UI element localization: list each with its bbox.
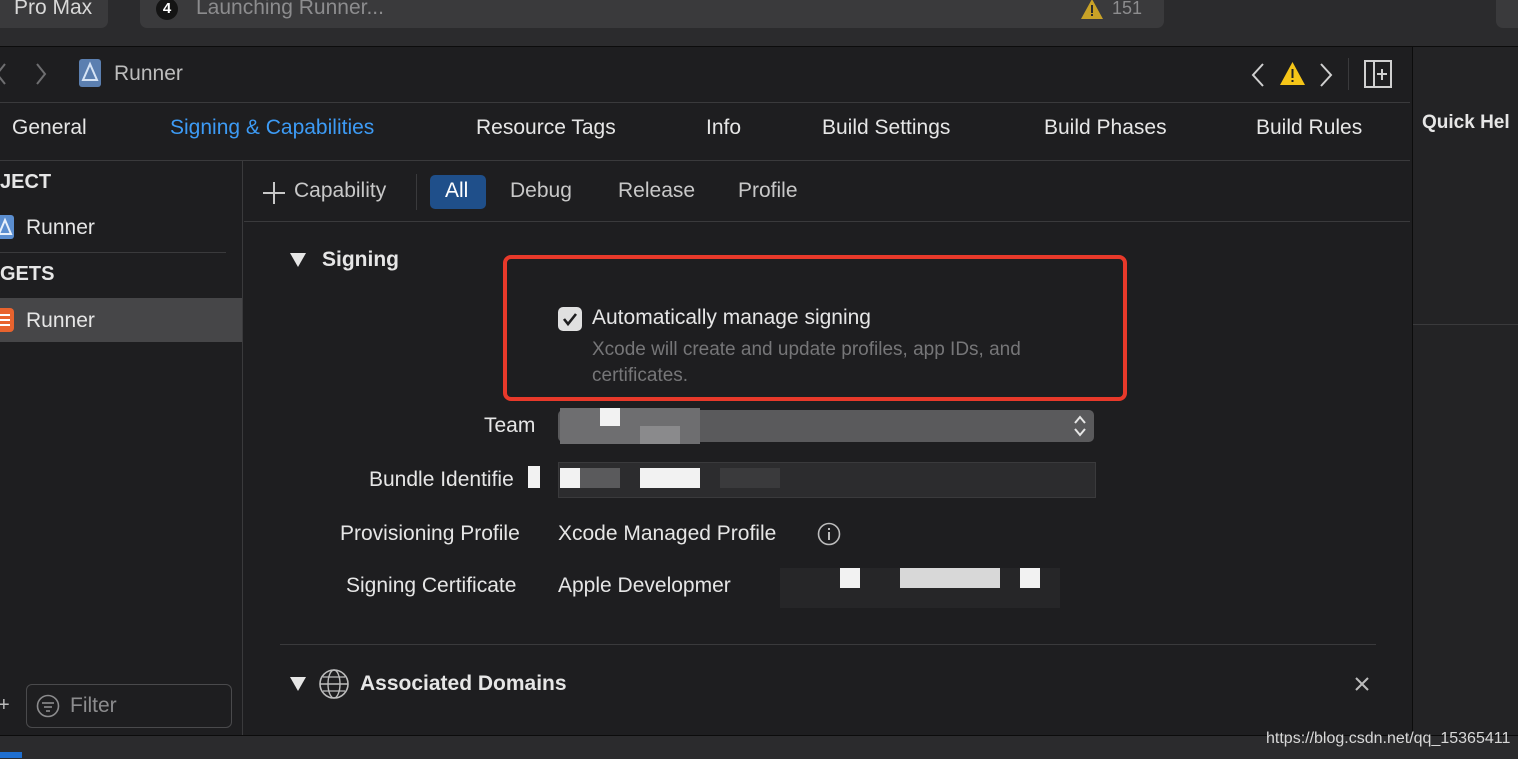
globe-icon <box>319 669 349 699</box>
redacted-pixel <box>640 468 700 488</box>
checkmark-icon <box>562 313 578 327</box>
team-label: Team <box>484 414 536 437</box>
filter-tab-debug[interactable]: Debug <box>510 179 572 203</box>
tab-general[interactable]: General <box>12 116 87 140</box>
redacted-pixel <box>640 426 680 444</box>
targets-section-header: GETS <box>0 263 55 285</box>
redacted-pixel <box>720 468 780 488</box>
filter-icon <box>36 694 60 718</box>
tab-signing-capabilities[interactable]: Signing & Capabilities <box>170 116 374 140</box>
redacted-pixel <box>600 408 620 426</box>
warning-count: 151 <box>1112 0 1143 18</box>
signing-certificate-label: Signing Certificate <box>346 574 517 597</box>
redacted-pixel <box>900 568 1000 588</box>
filter-tab-release[interactable]: Release <box>618 179 695 203</box>
signing-section-title: Signing <box>322 248 399 271</box>
remove-capability-icon[interactable] <box>1354 676 1370 692</box>
project-icon <box>0 215 14 239</box>
add-capability-button[interactable]: Capability <box>294 179 386 203</box>
auto-manage-signing-checkbox[interactable] <box>558 307 582 331</box>
auto-manage-signing-description: Xcode will create and update profiles, a… <box>592 339 1021 386</box>
activity-status-text: Launching Runner... <box>196 0 384 19</box>
quick-help-title: Quick Hel <box>1422 112 1510 133</box>
bundle-identifier-label: Bundle Identifie <box>369 468 514 491</box>
add-target-icon[interactable]: + <box>0 694 10 717</box>
project-navigator <box>0 161 243 735</box>
redacted-pixel <box>528 466 540 488</box>
capability-bar <box>244 161 1410 222</box>
debug-area-accent <box>0 752 22 758</box>
jumpbar-file-name[interactable]: Runner <box>114 62 183 86</box>
back-chevron-icon[interactable] <box>0 62 8 86</box>
tab-build-phases[interactable]: Build Phases <box>1044 116 1167 140</box>
next-issue-icon[interactable] <box>1318 62 1334 88</box>
provisioning-profile-value: Xcode Managed Profile <box>558 522 777 545</box>
tab-info[interactable]: Info <box>706 116 741 140</box>
capbar-separator <box>416 174 417 210</box>
forward-chevron-icon[interactable] <box>34 62 48 86</box>
plus-icon[interactable] <box>262 181 286 205</box>
filter-tab-all[interactable]: All <box>445 179 468 203</box>
inspector-divider <box>1413 324 1518 325</box>
target-app-icon <box>0 308 14 332</box>
project-file-icon <box>79 59 101 87</box>
section-divider <box>280 644 1376 645</box>
jump-bar <box>0 47 1410 103</box>
warning-icon[interactable] <box>1279 61 1306 86</box>
redacted-pixel <box>560 468 580 488</box>
tab-build-rules[interactable]: Build Rules <box>1256 116 1362 140</box>
tab-resource-tags[interactable]: Resource Tags <box>476 116 616 140</box>
add-editor-icon[interactable] <box>1364 60 1392 88</box>
signing-disclosure-icon[interactable] <box>290 253 306 267</box>
watermark-text: https://blog.csdn.net/qq_15365411 <box>1266 730 1511 747</box>
signing-certificate-value: Apple Developmer <box>558 574 731 597</box>
redacted-pixel <box>840 568 860 588</box>
filter-placeholder: Filter <box>70 694 117 717</box>
associated-domains-disclosure-icon[interactable] <box>290 677 306 691</box>
bundle-identifier-field[interactable] <box>558 462 1096 498</box>
previous-issue-icon[interactable] <box>1250 62 1266 88</box>
info-icon[interactable] <box>817 522 841 546</box>
toolbar-right-button[interactable] <box>1496 0 1518 28</box>
popup-stepper-icon <box>1074 415 1086 437</box>
navigator-project-runner[interactable]: Runner <box>26 216 95 240</box>
project-section-header: JECT <box>0 171 52 193</box>
navigator-separator <box>0 252 226 253</box>
inspector-panel <box>1412 47 1518 735</box>
redacted-pixel <box>1020 568 1040 588</box>
tab-build-settings[interactable]: Build Settings <box>822 116 950 140</box>
provisioning-profile-label: Provisioning Profile <box>340 522 520 545</box>
associated-domains-title: Associated Domains <box>360 672 567 695</box>
navigator-target-runner[interactable]: Runner <box>26 309 95 333</box>
jumpbar-divider <box>1348 58 1349 90</box>
redacted-pixel <box>580 468 620 488</box>
auto-manage-signing-label[interactable]: Automatically manage signing <box>592 306 871 330</box>
warning-icon[interactable] <box>1080 0 1104 20</box>
filter-tab-profile[interactable]: Profile <box>738 179 798 203</box>
device-label: Pro Max <box>14 0 93 19</box>
